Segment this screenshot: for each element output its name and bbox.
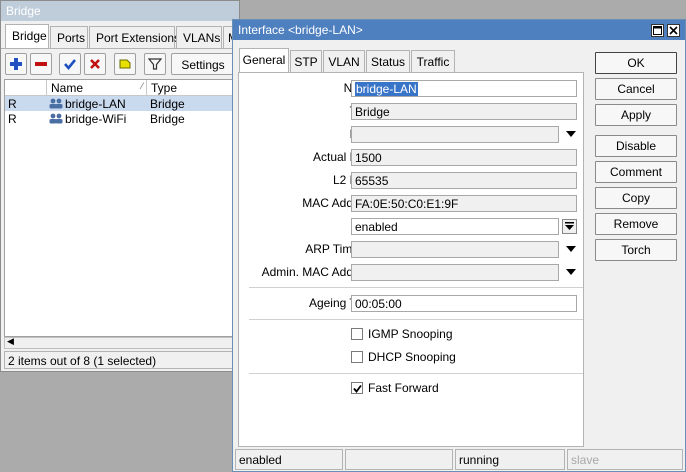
name-field[interactable]: bridge-LAN bbox=[351, 80, 577, 97]
tab-divider bbox=[1, 48, 239, 49]
arp-field[interactable]: enabled bbox=[351, 218, 559, 235]
mac-address-field: FA:0E:50:C0:E1:9F bbox=[351, 195, 577, 212]
plus-icon bbox=[10, 58, 22, 70]
tab-status[interactable]: Status bbox=[366, 50, 410, 72]
filter-button[interactable] bbox=[144, 53, 166, 75]
row-flag: R bbox=[8, 97, 17, 111]
triangle-down-icon bbox=[566, 246, 576, 252]
horizontal-scrollbar[interactable]: ◀ bbox=[4, 336, 238, 349]
name-value: bridge-LAN bbox=[355, 82, 418, 96]
interface-dialog: Interface <bridge-LAN> General STP VLAN … bbox=[232, 19, 686, 472]
row-type: Bridge bbox=[150, 97, 185, 111]
settings-button[interactable]: Settings bbox=[171, 53, 235, 75]
disable-button[interactable]: Disable bbox=[595, 135, 677, 157]
column-header-type[interactable]: Type bbox=[147, 80, 237, 96]
tab-port-extensions[interactable]: Port Extensions bbox=[89, 26, 180, 48]
dialog-title: Interface <bridge-LAN> bbox=[233, 20, 685, 40]
arp-dropdown-button[interactable] bbox=[562, 219, 577, 234]
actual-mtu-field: 1500 bbox=[351, 149, 577, 166]
tab-vlans[interactable]: VLANs bbox=[176, 26, 222, 48]
igmp-snooping-label: IGMP Snooping bbox=[368, 327, 453, 341]
mtu-field[interactable] bbox=[351, 126, 559, 143]
general-panel: Name: bridge-LAN Type: Bridge MTU: Actua… bbox=[238, 72, 584, 447]
filter-icon bbox=[148, 58, 162, 70]
ok-button[interactable]: OK bbox=[595, 52, 677, 74]
section-divider bbox=[249, 373, 583, 374]
remove-button[interactable]: Remove bbox=[595, 213, 677, 235]
igmp-snooping-checkbox[interactable] bbox=[351, 328, 363, 340]
note-icon bbox=[119, 59, 131, 69]
tab-bridge[interactable]: Bridge bbox=[5, 24, 49, 48]
row-flag: R bbox=[8, 112, 17, 126]
triangle-down-icon bbox=[566, 269, 576, 275]
table-row[interactable]: R bridge-LAN Bridge bbox=[5, 96, 237, 111]
torch-button[interactable]: Torch bbox=[595, 239, 677, 261]
arp-timeout-field[interactable] bbox=[351, 241, 559, 258]
tab-vlan[interactable]: VLAN bbox=[323, 50, 365, 72]
cross-icon bbox=[90, 59, 100, 69]
disable-button[interactable] bbox=[84, 53, 106, 75]
status-empty bbox=[345, 449, 453, 470]
arp-timeout-dropdown[interactable] bbox=[564, 242, 578, 256]
bridge-list: Name ⁄ Type R bridge-LAN Bridge R bridge… bbox=[4, 79, 238, 337]
column-header-name[interactable]: Name ⁄ bbox=[47, 80, 147, 96]
dhcp-snooping-checkbox[interactable] bbox=[351, 351, 363, 363]
table-row[interactable]: R bridge-WiFi Bridge bbox=[5, 111, 237, 126]
triangle-down-icon bbox=[566, 131, 576, 137]
status-enabled: enabled bbox=[235, 449, 343, 470]
status-slave: slave bbox=[567, 449, 683, 470]
bridge-icon bbox=[49, 98, 63, 112]
admin-mac-field[interactable] bbox=[351, 264, 559, 281]
section-divider bbox=[249, 319, 583, 320]
add-button[interactable] bbox=[5, 53, 27, 75]
minus-icon bbox=[35, 62, 47, 66]
bridge-window-title: Bridge bbox=[1, 1, 239, 21]
comment-button[interactable] bbox=[114, 53, 136, 75]
comment-button[interactable]: Comment bbox=[595, 161, 677, 183]
row-type: Bridge bbox=[150, 112, 185, 126]
tab-traffic[interactable]: Traffic bbox=[411, 50, 455, 72]
close-button[interactable] bbox=[667, 24, 680, 37]
double-chevron-down-icon bbox=[565, 222, 574, 230]
maximize-icon bbox=[653, 26, 662, 35]
row-name: bridge-WiFi bbox=[65, 112, 127, 126]
tab-ports[interactable]: Ports bbox=[50, 26, 88, 48]
scroll-left-icon[interactable]: ◀ bbox=[7, 336, 14, 347]
maximize-button[interactable] bbox=[651, 24, 664, 37]
mtu-dropdown[interactable] bbox=[564, 127, 578, 141]
sort-icon: ⁄ bbox=[141, 81, 143, 91]
bridge-icon bbox=[49, 113, 63, 127]
row-name: bridge-LAN bbox=[65, 97, 126, 111]
remove-button[interactable] bbox=[30, 53, 52, 75]
tab-general[interactable]: General bbox=[239, 48, 289, 73]
status-running: running bbox=[455, 449, 565, 470]
column-header-flags[interactable] bbox=[5, 80, 47, 96]
fast-forward-label: Fast Forward bbox=[368, 381, 439, 395]
fast-forward-checkbox[interactable] bbox=[351, 382, 363, 394]
list-status: 2 items out of 8 (1 selected) bbox=[4, 351, 238, 369]
apply-button[interactable]: Apply bbox=[595, 104, 677, 126]
tab-stp[interactable]: STP bbox=[290, 50, 322, 72]
l2-mtu-field: 65535 bbox=[351, 172, 577, 189]
type-field: Bridge bbox=[351, 103, 577, 120]
close-icon bbox=[669, 26, 678, 35]
enable-button[interactable] bbox=[59, 53, 81, 75]
copy-button[interactable]: Copy bbox=[595, 187, 677, 209]
admin-mac-dropdown[interactable] bbox=[564, 265, 578, 279]
ageing-time-field[interactable]: 00:05:00 bbox=[351, 295, 577, 312]
bridge-window: Bridge Bridge Ports Port Extensions VLAN… bbox=[0, 0, 241, 372]
dhcp-snooping-label: DHCP Snooping bbox=[368, 350, 456, 364]
check-icon bbox=[64, 59, 77, 71]
section-divider bbox=[249, 287, 583, 288]
column-header-name-label: Name bbox=[51, 81, 84, 95]
cancel-button[interactable]: Cancel bbox=[595, 78, 677, 100]
checkmark-icon bbox=[352, 384, 362, 393]
